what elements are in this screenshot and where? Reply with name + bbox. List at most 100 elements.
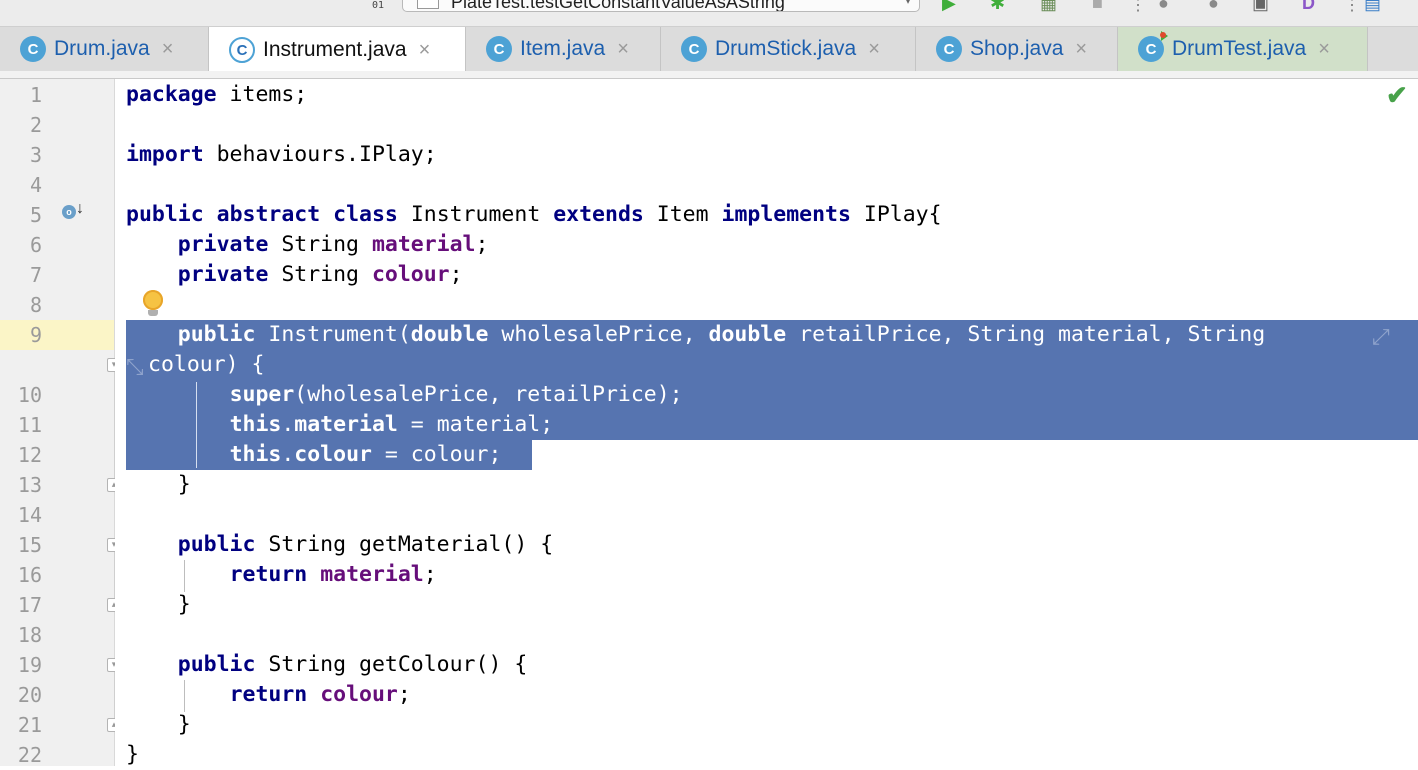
field-name: material bbox=[294, 412, 398, 437]
keyword: private bbox=[177, 262, 269, 287]
code-line-1[interactable]: package items; bbox=[126, 80, 307, 110]
class-icon: C bbox=[486, 36, 512, 62]
keyword: extends bbox=[553, 202, 644, 227]
field-name: colour bbox=[371, 262, 450, 287]
close-icon[interactable]: × bbox=[1318, 38, 1330, 61]
keyword: this bbox=[229, 442, 282, 467]
code-line-10[interactable]: super(wholesalePrice, retailPrice); bbox=[126, 380, 683, 410]
run-icon[interactable]: ▶ bbox=[942, 0, 956, 12]
code-text: ; bbox=[449, 262, 463, 287]
lightbulb-icon[interactable] bbox=[143, 290, 163, 310]
code-text: . bbox=[281, 412, 295, 437]
code-line-20[interactable]: return colour; bbox=[126, 680, 411, 710]
code-line-9[interactable]: public Instrument(double wholesalePrice,… bbox=[126, 320, 1265, 350]
line-number: 1 bbox=[29, 83, 42, 107]
close-icon[interactable]: × bbox=[1075, 38, 1087, 61]
code-text: } bbox=[126, 592, 191, 617]
code-text: ; bbox=[423, 562, 437, 587]
tab-shop-java[interactable]: C Shop.java × bbox=[916, 27, 1118, 71]
line-number: 3 bbox=[29, 143, 42, 167]
counter-label: 01 bbox=[372, 0, 385, 11]
abstract-class-icon: C bbox=[229, 37, 255, 63]
line-number: 10 bbox=[17, 383, 42, 407]
project-structure-icon[interactable]: ▣ bbox=[1252, 0, 1269, 12]
tab-item-java[interactable]: C Item.java × bbox=[466, 27, 661, 71]
code-line-17[interactable]: } bbox=[126, 590, 191, 620]
keyword: class bbox=[333, 202, 398, 227]
sdk-icon[interactable]: ● bbox=[1208, 0, 1219, 12]
class-icon: C bbox=[20, 36, 46, 62]
line-number: 8 bbox=[29, 293, 42, 317]
code-text: Item bbox=[643, 202, 722, 227]
stop-icon[interactable]: ■ bbox=[1092, 0, 1103, 12]
code-line-6[interactable]: private String material; bbox=[126, 230, 489, 260]
implements-method-icon[interactable]: o bbox=[62, 205, 76, 219]
keyword: abstract bbox=[216, 202, 321, 227]
tab-label: Instrument.java bbox=[263, 38, 407, 61]
code-text: String getMaterial() { bbox=[255, 532, 554, 557]
structure-icon[interactable]: ▤ bbox=[1364, 0, 1381, 12]
line-number: 19 bbox=[17, 653, 42, 677]
tab-label: DrumStick.java bbox=[715, 37, 857, 60]
code-line-5[interactable]: public abstract class Instrument extends… bbox=[126, 200, 942, 230]
code-line-16[interactable]: return material; bbox=[126, 560, 437, 590]
code-text: } bbox=[126, 712, 191, 737]
code-line-12[interactable]: this.colour = colour; bbox=[126, 440, 502, 470]
build-icon[interactable]: ● bbox=[1158, 0, 1169, 12]
close-icon[interactable]: × bbox=[162, 38, 174, 61]
keyword: public bbox=[177, 532, 256, 557]
junit-config-icon bbox=[417, 0, 439, 9]
close-icon[interactable]: × bbox=[868, 38, 880, 61]
line-number: 2 bbox=[29, 113, 42, 137]
code-line-19[interactable]: public String getColour() { bbox=[126, 650, 528, 680]
arrow-down-icon[interactable]: ↓ bbox=[76, 200, 84, 218]
code-text: IPlay{ bbox=[850, 202, 942, 227]
close-icon[interactable]: × bbox=[617, 38, 629, 61]
code-text: } bbox=[126, 472, 191, 497]
code-text: String getColour() { bbox=[255, 652, 528, 677]
line-number: 16 bbox=[17, 563, 42, 587]
code-line-21[interactable]: } bbox=[126, 710, 191, 740]
tab-drumtest-java[interactable]: C DrumTest.java × bbox=[1118, 27, 1368, 71]
keyword: super bbox=[229, 382, 295, 407]
line-number: 7 bbox=[29, 263, 42, 287]
close-icon[interactable]: × bbox=[419, 39, 431, 62]
test-class-icon: C bbox=[1138, 31, 1168, 62]
code-text: } bbox=[126, 742, 139, 767]
class-icon: C bbox=[681, 36, 707, 62]
line-number: 9 bbox=[29, 323, 42, 347]
tab-label: Shop.java bbox=[970, 37, 1064, 60]
code-line-11[interactable]: this.material = material; bbox=[126, 410, 554, 440]
code-line-9-wrapped[interactable]: colour) { bbox=[148, 350, 265, 380]
keyword: public bbox=[177, 322, 256, 347]
line-number: 6 bbox=[29, 233, 42, 257]
code-line-3[interactable]: import behaviours.IPlay; bbox=[126, 140, 437, 170]
code-text: (wholesalePrice, retailPrice); bbox=[294, 382, 683, 407]
keyword: return bbox=[229, 562, 308, 587]
code-line-15[interactable]: public String getMaterial() { bbox=[126, 530, 553, 560]
code-text: retailPrice, String material, String bbox=[786, 322, 1266, 347]
coverage-icon[interactable]: ▦ bbox=[1040, 0, 1057, 12]
code-line-7[interactable]: private String colour; bbox=[126, 260, 463, 290]
code-text: String bbox=[268, 232, 372, 257]
tab-instrument-java[interactable]: C Instrument.java × bbox=[208, 27, 466, 73]
inspection-ok-check-icon[interactable]: ✔ bbox=[1386, 80, 1408, 111]
tab-drumstick-java[interactable]: C DrumStick.java × bbox=[661, 27, 916, 71]
debug-icon[interactable]: ✱ bbox=[990, 0, 1005, 12]
run-configuration-selector[interactable]: PlateTest.testGetConstantValueAsAString … bbox=[402, 0, 920, 12]
plugin-icon[interactable]: D bbox=[1302, 0, 1315, 12]
code-text: String bbox=[268, 262, 372, 287]
tab-drum-java[interactable]: C Drum.java × bbox=[0, 27, 209, 71]
code-text: wholesalePrice, bbox=[488, 322, 709, 347]
line-number: 13 bbox=[17, 473, 42, 497]
line-number: 14 bbox=[17, 503, 42, 527]
chevron-down-icon[interactable]: ▾ bbox=[905, 0, 911, 11]
keyword: this bbox=[229, 412, 282, 437]
code-line-13[interactable]: } bbox=[126, 470, 191, 500]
